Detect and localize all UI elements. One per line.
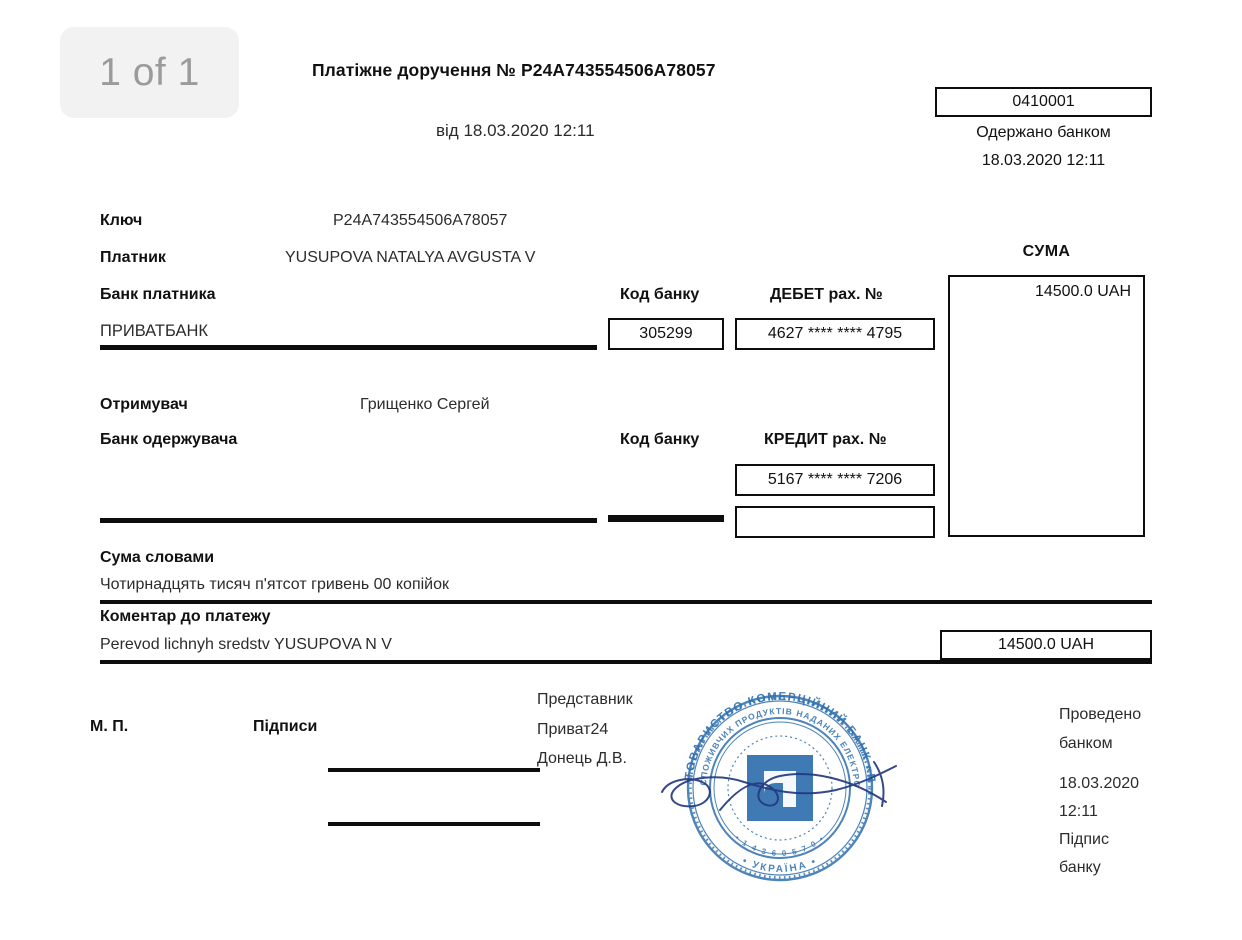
debit-account-value: 4627 **** **** 4795 [767, 325, 903, 342]
bank-processed-line-1: Проведено [1059, 706, 1142, 723]
bank-signature-line-1: Підпис [1059, 831, 1109, 848]
recipient-bank-underline [100, 518, 597, 523]
bank-processed-line-2: банком [1059, 735, 1113, 752]
recipient-bank-code-underline [608, 515, 724, 522]
document-date: від 18.03.2020 12:11 [436, 121, 595, 140]
payment-comment-label: Коментар до платежу [100, 608, 271, 625]
amount-box: 14500.0 UAH [948, 275, 1145, 537]
payment-comment-divider [100, 660, 1152, 664]
representative-line-2: Приват24 [537, 721, 609, 738]
key-value: P24A743554506A78057 [333, 212, 508, 229]
page-indicator-badge: 1 of 1 [60, 27, 239, 118]
recipient-name: Грищенко Сергей [360, 396, 490, 413]
amount-column-label: СУМА [1022, 243, 1071, 260]
received-by-bank-datetime: 18.03.2020 12:11 [981, 152, 1106, 169]
total-amount-box: 14500.0 UAH [940, 630, 1152, 660]
received-by-bank-label: Одержано банком [976, 124, 1111, 141]
amount-value: 14500.0 UAH [1034, 283, 1131, 300]
form-code-value: 0410001 [1012, 93, 1075, 110]
payer-label: Платник [100, 249, 166, 266]
bank-processed-date: 18.03.2020 [1059, 775, 1140, 792]
key-label: Ключ [100, 212, 143, 229]
bank-processed-time: 12:11 [1059, 803, 1098, 820]
payer-bank-name: ПРИВАТБАНК [100, 322, 208, 340]
payment-comment-value: Perevod lichnyh sredstv YUSUPOVA N V [100, 636, 392, 653]
signature-line-2 [328, 822, 540, 826]
payment-order-document: 1 of 1 Платіжне доручення № P24A74355450… [0, 0, 1242, 940]
form-code-box: 0410001 [935, 87, 1152, 117]
payer-bank-code-value: 305299 [639, 325, 693, 342]
bank-signature-line-2: банку [1059, 859, 1101, 876]
svg-text:• 1 4 3 6 0 5 7 0 •: • 1 4 3 6 0 5 7 0 • [733, 833, 826, 858]
recipient-bank-code-label: Код банку [620, 431, 700, 448]
credit-account-box: 5167 **** **** 7206 [735, 464, 935, 496]
debit-account-box: 4627 **** **** 4795 [735, 318, 935, 350]
page-indicator-label: 1 of 1 [99, 51, 200, 94]
credit-account-box-secondary [735, 506, 935, 538]
recipient-bank-label: Банк одержувача [100, 431, 238, 448]
recipient-label: Отримувач [100, 396, 188, 413]
document-title: Платіжне доручення № P24A743554506A78057 [312, 60, 716, 80]
payer-bank-code-box: 305299 [608, 318, 724, 350]
total-amount-value: 14500.0 UAH [997, 636, 1095, 653]
payer-bank-label: Банк платника [100, 286, 216, 303]
representative-line-3: Донець Д.В. [537, 750, 627, 767]
signature-line-1 [328, 768, 540, 772]
credit-account-value: 5167 **** **** 7206 [767, 471, 903, 488]
signatures-label: Підписи [253, 718, 318, 735]
credit-account-label: КРЕДИТ рах. № [764, 431, 887, 448]
payer-bank-code-label: Код банку [620, 286, 700, 303]
payer-bank-underline [100, 345, 597, 350]
amount-in-words-divider [100, 600, 1152, 604]
representative-line-1: Представник [537, 691, 633, 708]
amount-in-words-value: Чотирнадцять тисяч п'ятсот гривень 00 ко… [100, 576, 450, 593]
payer-name: YUSUPOVA NATALYA AVGUSTA V [285, 249, 536, 266]
amount-in-words-label: Сума словами [100, 549, 215, 566]
debit-account-label: ДЕБЕТ рах. № [770, 286, 883, 303]
stamp-place-label: М. П. [90, 718, 129, 735]
bank-seal-stamp: АКЦІОНЕРНЕ ТОВАРИСТВО КОМЕРЦІЙНИЙ БАНК «… [660, 670, 900, 895]
